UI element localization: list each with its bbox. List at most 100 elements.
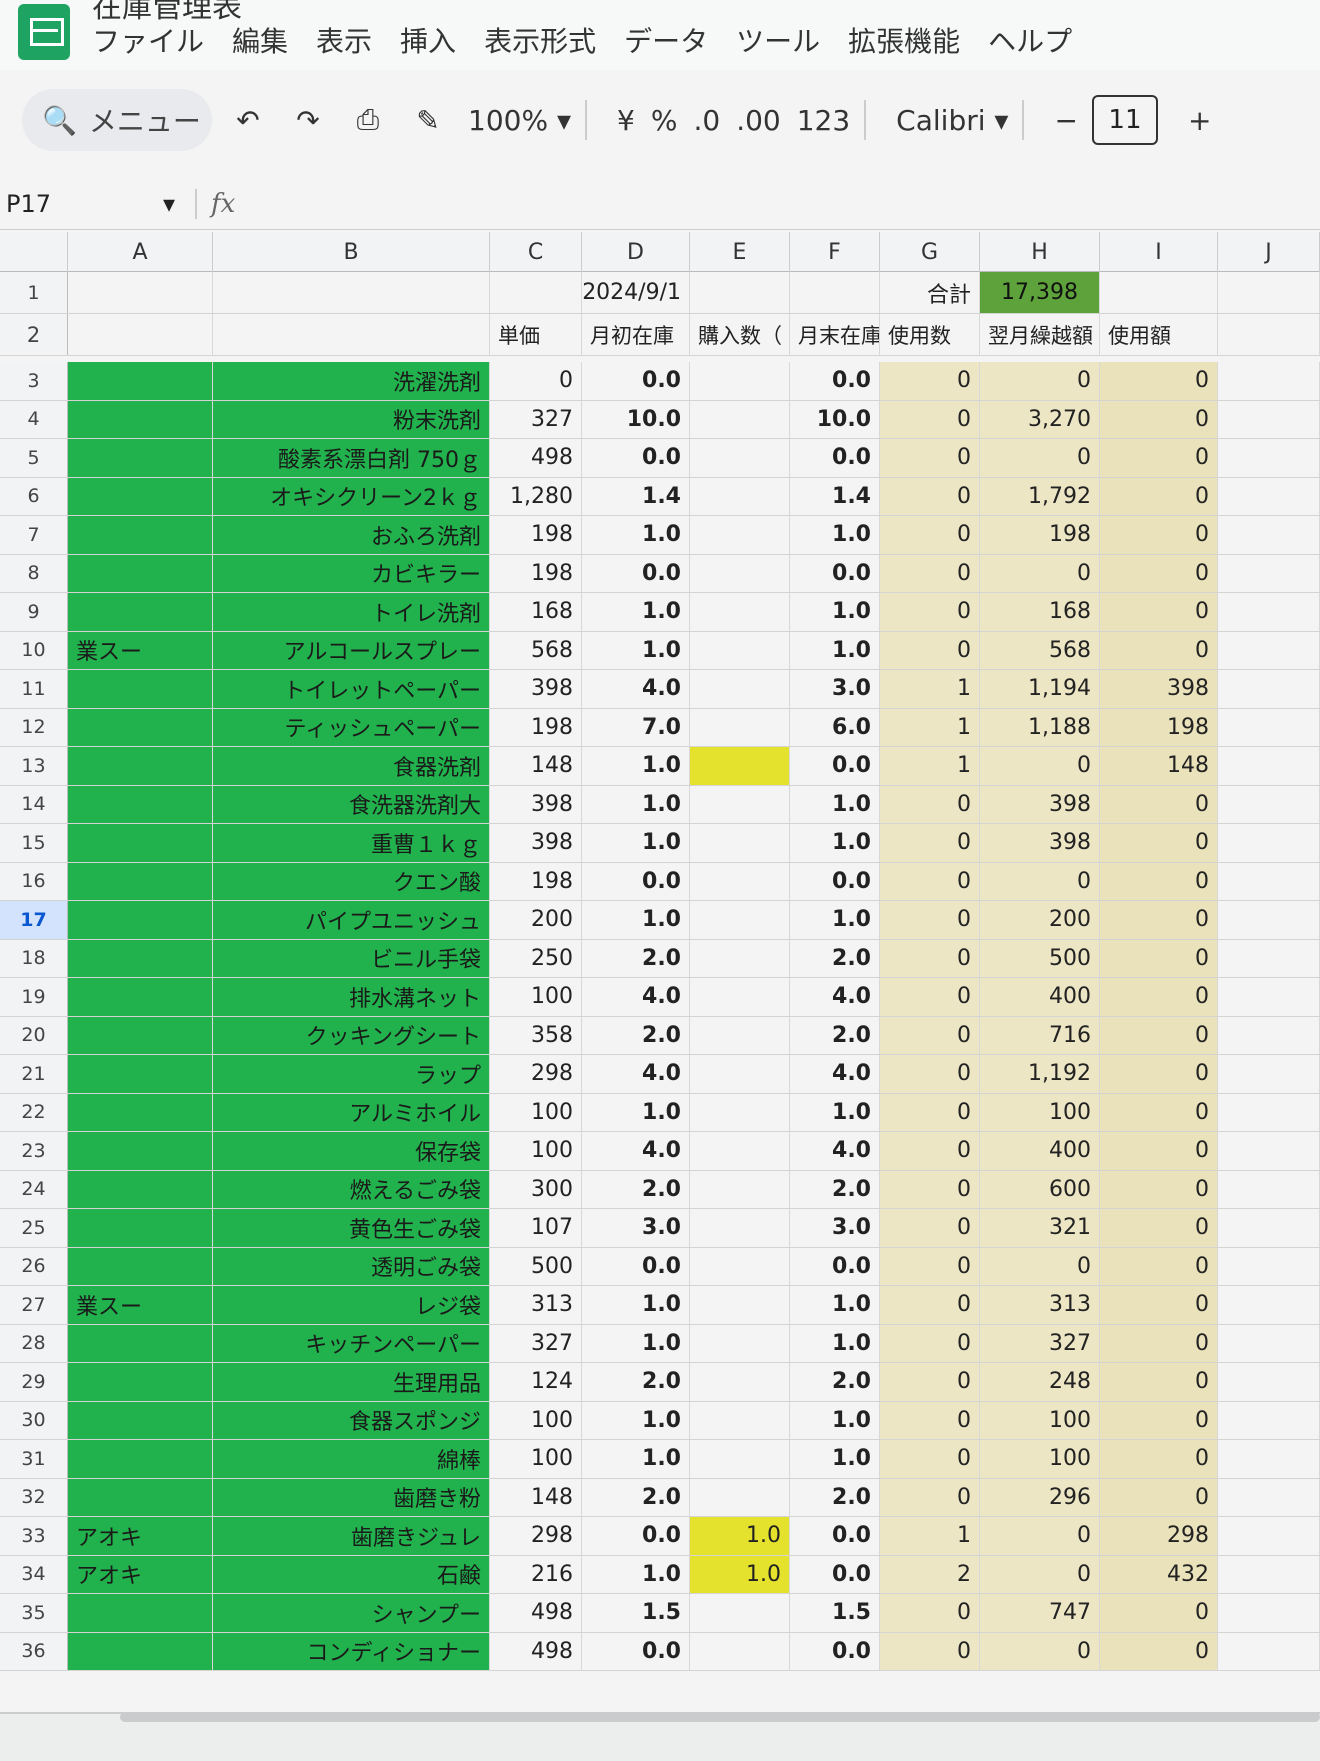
store-cell[interactable]: アオキ: [68, 1555, 213, 1593]
carryover-amount-cell[interactable]: 0: [980, 554, 1100, 592]
carryover-amount-cell[interactable]: 321: [980, 1209, 1100, 1247]
row-number[interactable]: 7: [0, 516, 68, 554]
column-header-d[interactable]: D: [582, 232, 690, 272]
cell[interactable]: [1218, 785, 1320, 823]
store-cell[interactable]: [68, 978, 213, 1016]
opening-stock-cell[interactable]: 2.0: [582, 1170, 690, 1208]
used-amount-cell[interactable]: 0: [1100, 939, 1218, 977]
cell[interactable]: [790, 272, 880, 313]
item-name-cell[interactable]: おふろ洗剤: [213, 516, 490, 554]
store-cell[interactable]: 業スー: [68, 1286, 213, 1324]
used-qty-cell[interactable]: 0: [880, 362, 980, 400]
store-cell[interactable]: アオキ: [68, 1517, 213, 1555]
column-label-used-amount[interactable]: 使用額: [1100, 314, 1218, 355]
store-cell[interactable]: [68, 901, 213, 939]
used-amount-cell[interactable]: 198: [1100, 708, 1218, 746]
store-cell[interactable]: [68, 939, 213, 977]
purchase-qty-cell[interactable]: [690, 1055, 790, 1093]
row-number[interactable]: 16: [0, 862, 68, 900]
unit-price-cell[interactable]: 100: [490, 1440, 582, 1478]
store-cell[interactable]: [68, 477, 213, 515]
item-name-cell[interactable]: クッキングシート: [213, 1016, 490, 1054]
opening-stock-cell[interactable]: 0.0: [582, 439, 690, 477]
unit-price-cell[interactable]: 298: [490, 1517, 582, 1555]
cell[interactable]: [68, 272, 213, 313]
unit-price-cell[interactable]: 327: [490, 1324, 582, 1362]
store-cell[interactable]: [68, 1363, 213, 1401]
opening-stock-cell[interactable]: 0.0: [582, 362, 690, 400]
row-number[interactable]: 9: [0, 593, 68, 631]
menu-extensions[interactable]: 拡張機能: [848, 20, 960, 64]
used-amount-cell[interactable]: 0: [1100, 1440, 1218, 1478]
unit-price-cell[interactable]: 198: [490, 554, 582, 592]
unit-price-cell[interactable]: 107: [490, 1209, 582, 1247]
cell[interactable]: [1218, 400, 1320, 438]
unit-price-cell[interactable]: 216: [490, 1555, 582, 1593]
row-number[interactable]: 36: [0, 1632, 68, 1670]
item-name-cell[interactable]: キッチンペーパー: [213, 1324, 490, 1362]
name-box[interactable]: P17 ▾: [0, 190, 175, 218]
cell[interactable]: [1218, 1209, 1320, 1247]
used-qty-cell[interactable]: 1: [880, 708, 980, 746]
column-label-carryover-amount[interactable]: 翌月繰越額: [980, 314, 1100, 355]
used-qty-cell[interactable]: 0: [880, 824, 980, 862]
item-name-cell[interactable]: アルミホイル: [213, 1093, 490, 1131]
closing-stock-cell[interactable]: 4.0: [790, 978, 880, 1016]
used-qty-cell[interactable]: 0: [880, 1632, 980, 1670]
used-amount-cell[interactable]: 0: [1100, 1016, 1218, 1054]
store-cell[interactable]: [68, 824, 213, 862]
percent-format-button[interactable]: %: [651, 104, 678, 137]
row-number[interactable]: 21: [0, 1055, 68, 1093]
cell[interactable]: [1218, 1132, 1320, 1170]
row-number[interactable]: 23: [0, 1132, 68, 1170]
store-cell[interactable]: [68, 785, 213, 823]
cell[interactable]: [1218, 824, 1320, 862]
purchase-qty-cell[interactable]: [690, 1016, 790, 1054]
font-size-increase-button[interactable]: +: [1188, 104, 1211, 137]
used-amount-cell[interactable]: 0: [1100, 1247, 1218, 1285]
column-header-g[interactable]: G: [880, 232, 980, 272]
purchase-qty-cell[interactable]: [690, 362, 790, 400]
unit-price-cell[interactable]: 100: [490, 1093, 582, 1131]
opening-stock-cell[interactable]: 1.0: [582, 824, 690, 862]
used-amount-cell[interactable]: 0: [1100, 1209, 1218, 1247]
used-amount-cell[interactable]: 0: [1100, 1324, 1218, 1362]
unit-price-cell[interactable]: 198: [490, 516, 582, 554]
used-qty-cell[interactable]: 0: [880, 1324, 980, 1362]
row-number[interactable]: 8: [0, 554, 68, 592]
used-qty-cell[interactable]: 0: [880, 593, 980, 631]
purchase-qty-cell[interactable]: [690, 1247, 790, 1285]
closing-stock-cell[interactable]: 0.0: [790, 862, 880, 900]
cell[interactable]: [1218, 272, 1320, 313]
carryover-amount-cell[interactable]: 0: [980, 747, 1100, 785]
purchase-qty-cell[interactable]: [690, 1632, 790, 1670]
row-number[interactable]: 17: [0, 901, 68, 939]
carryover-amount-cell[interactable]: 500: [980, 939, 1100, 977]
unit-price-cell[interactable]: 100: [490, 978, 582, 1016]
closing-stock-cell[interactable]: 0.0: [790, 747, 880, 785]
carryover-amount-cell[interactable]: 313: [980, 1286, 1100, 1324]
closing-stock-cell[interactable]: 2.0: [790, 939, 880, 977]
opening-stock-cell[interactable]: 0.0: [582, 1517, 690, 1555]
used-qty-cell[interactable]: 0: [880, 1594, 980, 1632]
cell[interactable]: [1218, 1478, 1320, 1516]
row-number[interactable]: 29: [0, 1363, 68, 1401]
menu-insert[interactable]: 挿入: [400, 20, 456, 64]
purchase-qty-cell[interactable]: [690, 1132, 790, 1170]
store-cell[interactable]: [68, 362, 213, 400]
opening-stock-cell[interactable]: 4.0: [582, 670, 690, 708]
row-number[interactable]: 19: [0, 978, 68, 1016]
carryover-amount-cell[interactable]: 1,188: [980, 708, 1100, 746]
paint-format-icon[interactable]: ✎: [404, 96, 452, 144]
unit-price-cell[interactable]: 500: [490, 1247, 582, 1285]
closing-stock-cell[interactable]: 1.0: [790, 824, 880, 862]
store-cell[interactable]: [68, 439, 213, 477]
opening-stock-cell[interactable]: 1.5: [582, 1594, 690, 1632]
row-number[interactable]: 28: [0, 1324, 68, 1362]
carryover-amount-cell[interactable]: 0: [980, 1517, 1100, 1555]
used-amount-cell[interactable]: 0: [1100, 1055, 1218, 1093]
total-value-cell[interactable]: 17,398: [980, 272, 1100, 313]
carryover-amount-cell[interactable]: 400: [980, 1132, 1100, 1170]
store-cell[interactable]: [68, 1132, 213, 1170]
row-number[interactable]: 11: [0, 670, 68, 708]
